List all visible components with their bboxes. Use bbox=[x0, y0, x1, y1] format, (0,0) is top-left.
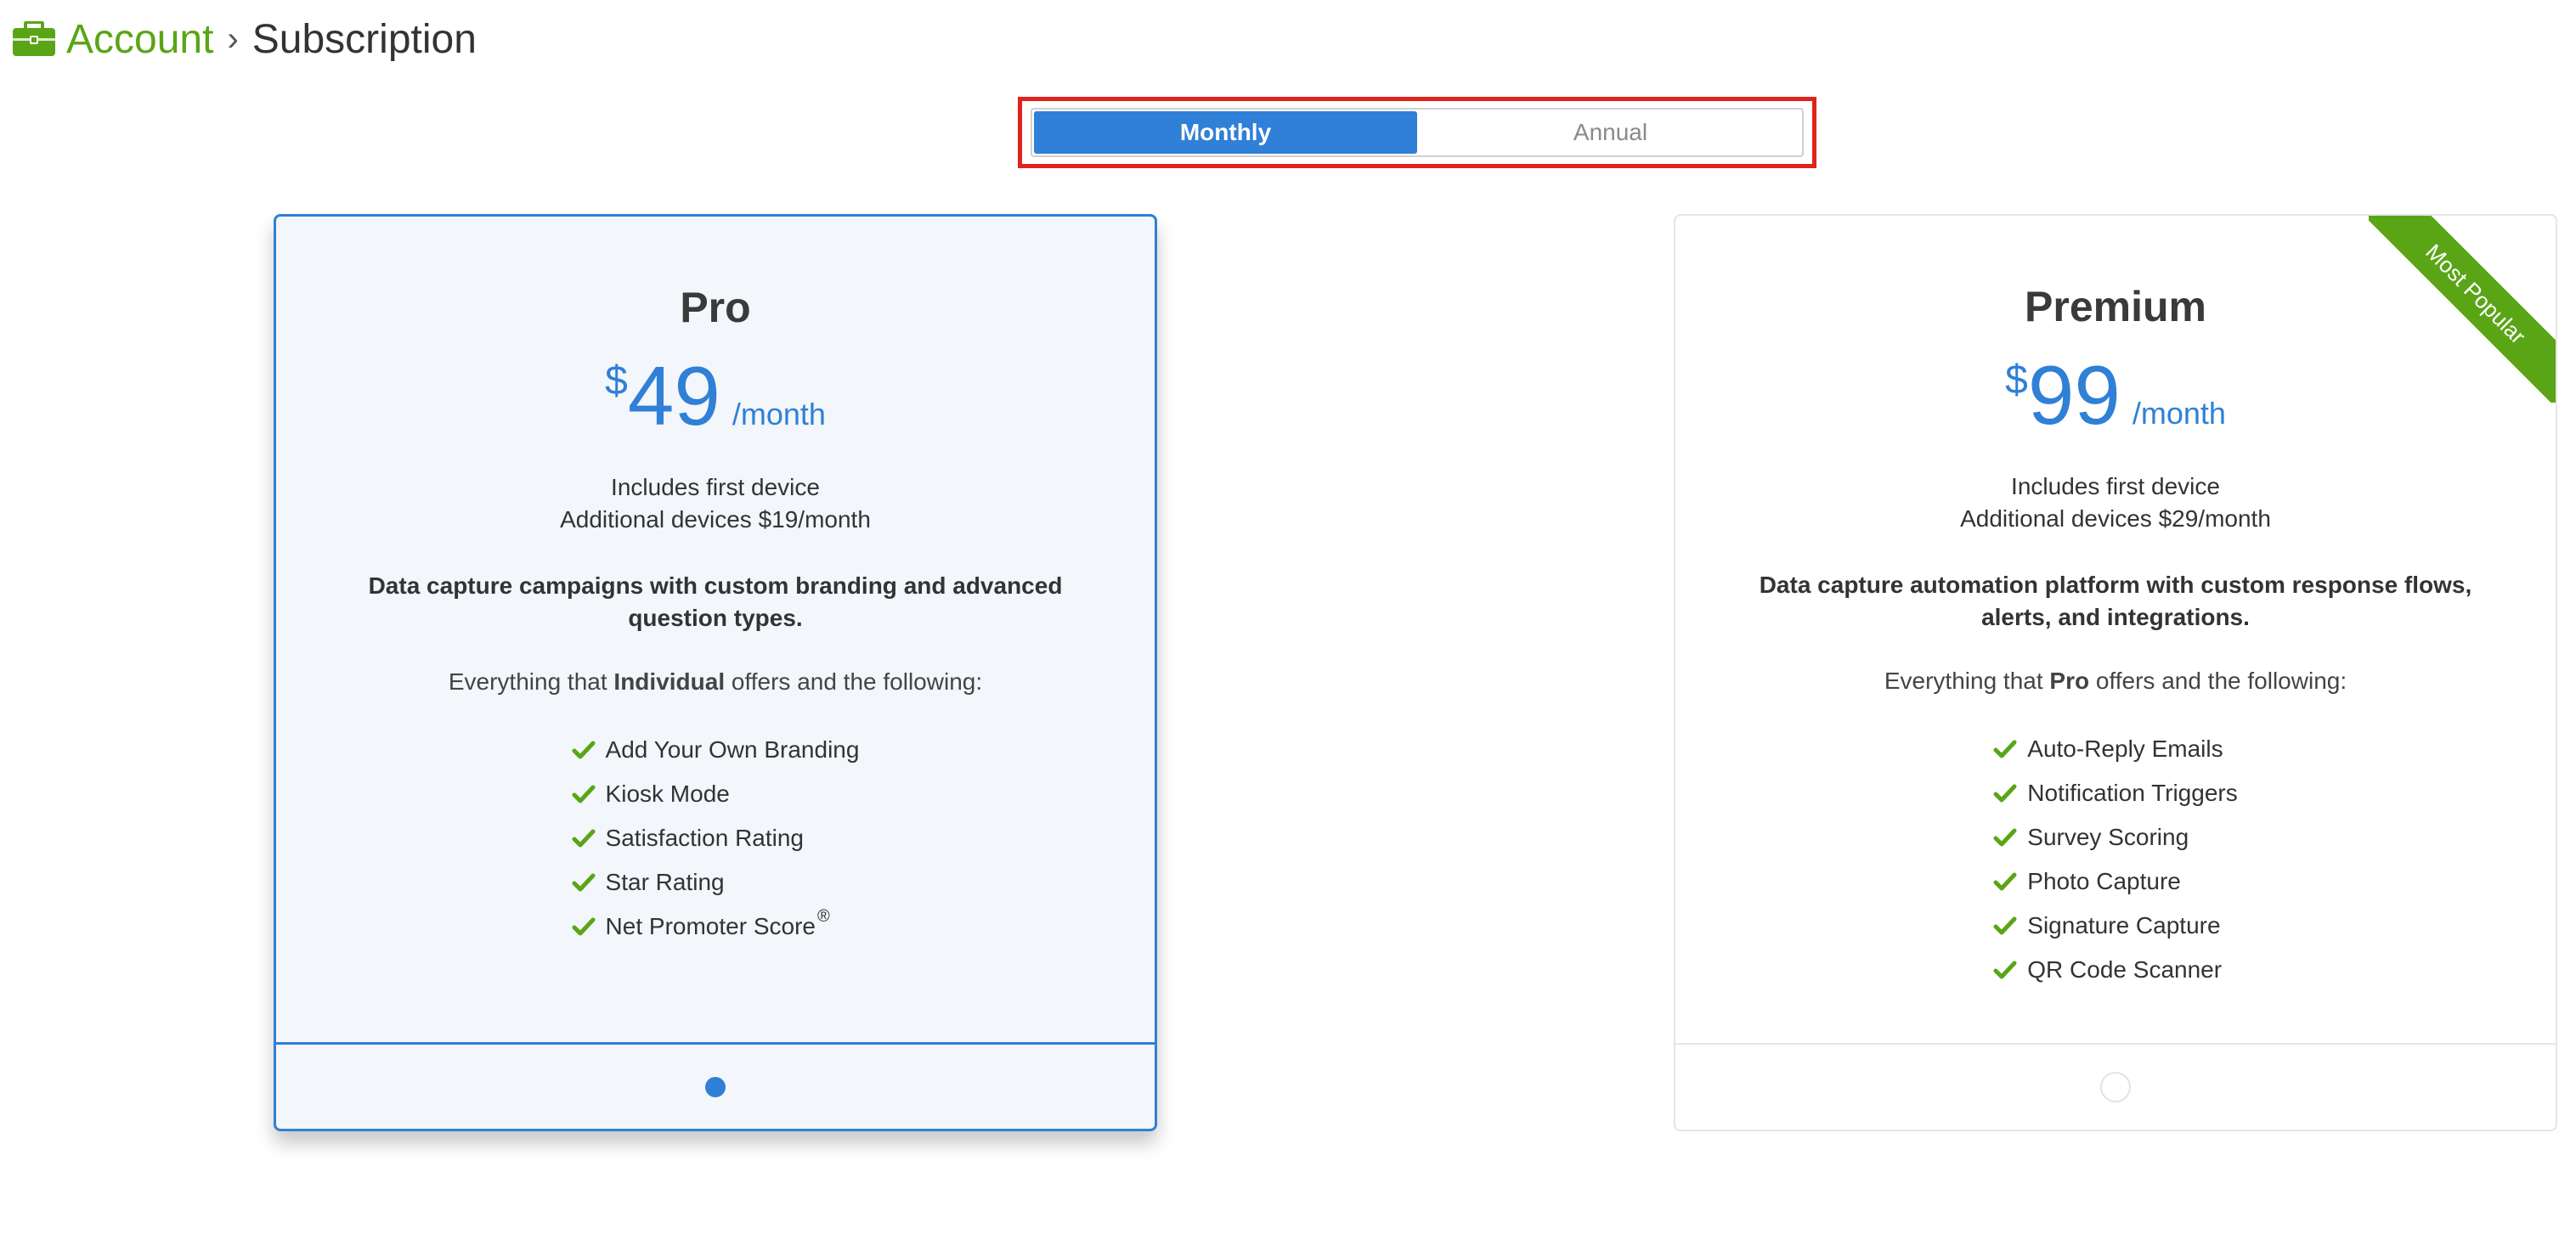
plan-radio-selected[interactable] bbox=[705, 1076, 726, 1097]
device-line-first: Includes first device bbox=[611, 474, 820, 500]
feature-item: Signature Capture bbox=[1993, 904, 2237, 948]
page-title: Subscription bbox=[251, 16, 477, 62]
checkmark-icon bbox=[1993, 828, 2017, 847]
plan-name: Premium bbox=[2025, 283, 2206, 330]
includes-prefix: Everything that bbox=[1884, 668, 2050, 694]
device-line-additional: Additional devices $19/month bbox=[560, 506, 871, 533]
feature-item: Notification Triggers bbox=[1993, 771, 2238, 815]
feature-label: Net Promoter Score bbox=[605, 913, 816, 939]
plan-card-body: Premium $ 99 /month Includes first devic… bbox=[1675, 216, 2556, 1046]
plan-includes-text: Everything that Pro offers and the follo… bbox=[1675, 668, 2556, 695]
price-currency: $ bbox=[2005, 358, 2028, 403]
checkmark-icon bbox=[572, 873, 596, 892]
feature-item: Net Promoter Score ® bbox=[572, 905, 860, 949]
feature-label: Notification Triggers bbox=[2027, 780, 2238, 806]
billing-period-toggle: Monthly Annual bbox=[1031, 108, 1804, 157]
checkmark-icon bbox=[1993, 784, 2017, 803]
annual-toggle-button[interactable]: Annual bbox=[1419, 110, 1802, 155]
includes-suffix: offers and the following: bbox=[2089, 668, 2347, 694]
checkmark-icon bbox=[1993, 872, 2017, 891]
device-pricing: Includes first device Additional devices… bbox=[276, 471, 1155, 536]
feature-item: Survey Scoring bbox=[1993, 815, 2237, 860]
breadcrumb: Account › Subscription bbox=[12, 10, 477, 68]
price-period: /month bbox=[732, 397, 826, 431]
breadcrumb-account-link[interactable]: Account bbox=[66, 16, 213, 63]
monthly-toggle-button[interactable]: Monthly bbox=[1034, 111, 1417, 154]
checkmark-icon bbox=[572, 785, 596, 803]
price-amount: 99 bbox=[2027, 348, 2121, 442]
price-period: /month bbox=[2132, 396, 2226, 431]
feature-label: Add Your Own Branding bbox=[605, 736, 860, 763]
feature-item: Photo Capture bbox=[1993, 860, 2237, 904]
plan-card-body: Pro $ 49 /month Includes first device Ad… bbox=[276, 217, 1155, 1047]
includes-suffix: offers and the following: bbox=[725, 668, 983, 695]
billing-toggle-highlight: Monthly Annual bbox=[1018, 97, 1816, 168]
includes-plan-name: Pro bbox=[2049, 668, 2090, 694]
feature-label: Star Rating bbox=[605, 869, 725, 895]
price-amount: 49 bbox=[627, 349, 720, 442]
price-currency: $ bbox=[605, 358, 628, 403]
device-pricing: Includes first device Additional devices… bbox=[1675, 471, 2556, 535]
feature-label: Survey Scoring bbox=[2027, 824, 2189, 850]
checkmark-icon bbox=[1993, 961, 2017, 979]
plan-card-pro[interactable]: Pro $ 49 /month Includes first device Ad… bbox=[274, 214, 1157, 1131]
plan-card-footer bbox=[1675, 1043, 2556, 1130]
feature-label: Auto-Reply Emails bbox=[2027, 736, 2223, 762]
feature-label: Photo Capture bbox=[2027, 868, 2181, 894]
plan-description: Data capture campaigns with custom brand… bbox=[368, 572, 1063, 631]
feature-label: Satisfaction Rating bbox=[605, 825, 805, 851]
checkmark-icon bbox=[1993, 740, 2017, 758]
includes-plan-name: Individual bbox=[613, 668, 726, 695]
feature-item: Kiosk Mode bbox=[572, 772, 860, 816]
checkmark-icon bbox=[572, 917, 596, 936]
feature-item: Satisfaction Rating bbox=[572, 816, 860, 860]
plan-includes-text: Everything that Individual offers and th… bbox=[276, 668, 1155, 696]
feature-list: Add Your Own Branding Kiosk Mode Satisfa… bbox=[276, 728, 1155, 949]
feature-item: Star Rating bbox=[572, 860, 860, 905]
plan-card-footer bbox=[276, 1042, 1155, 1129]
feature-item: Add Your Own Branding bbox=[572, 728, 860, 772]
device-line-additional: Additional devices $29/month bbox=[1960, 505, 2271, 532]
plan-description: Data capture automation platform with cu… bbox=[1759, 572, 2472, 630]
checkmark-icon bbox=[572, 741, 596, 759]
briefcase-icon bbox=[13, 21, 55, 56]
feature-list: Auto-Reply Emails Notification Triggers … bbox=[1675, 727, 2556, 992]
device-line-first: Includes first device bbox=[2011, 473, 2220, 499]
plan-name: Pro bbox=[680, 284, 751, 331]
includes-prefix: Everything that bbox=[448, 668, 614, 695]
feature-item: QR Code Scanner bbox=[1993, 948, 2237, 992]
registered-mark: ® bbox=[816, 907, 830, 926]
plan-price: $ 99 /month bbox=[1675, 353, 2556, 437]
feature-label: Signature Capture bbox=[2027, 912, 2221, 938]
checkmark-icon bbox=[1993, 916, 2017, 935]
plan-radio-unselected[interactable] bbox=[2100, 1072, 2131, 1102]
feature-item: Auto-Reply Emails bbox=[1993, 727, 2237, 771]
plan-price: $ 49 /month bbox=[276, 354, 1155, 437]
checkmark-icon bbox=[572, 829, 596, 848]
breadcrumb-separator: › bbox=[227, 20, 239, 58]
feature-label: Kiosk Mode bbox=[605, 781, 730, 807]
plan-card-premium[interactable]: Most Popular Premium $ 99 /month Include… bbox=[1674, 214, 2557, 1131]
feature-label: QR Code Scanner bbox=[2027, 956, 2223, 983]
